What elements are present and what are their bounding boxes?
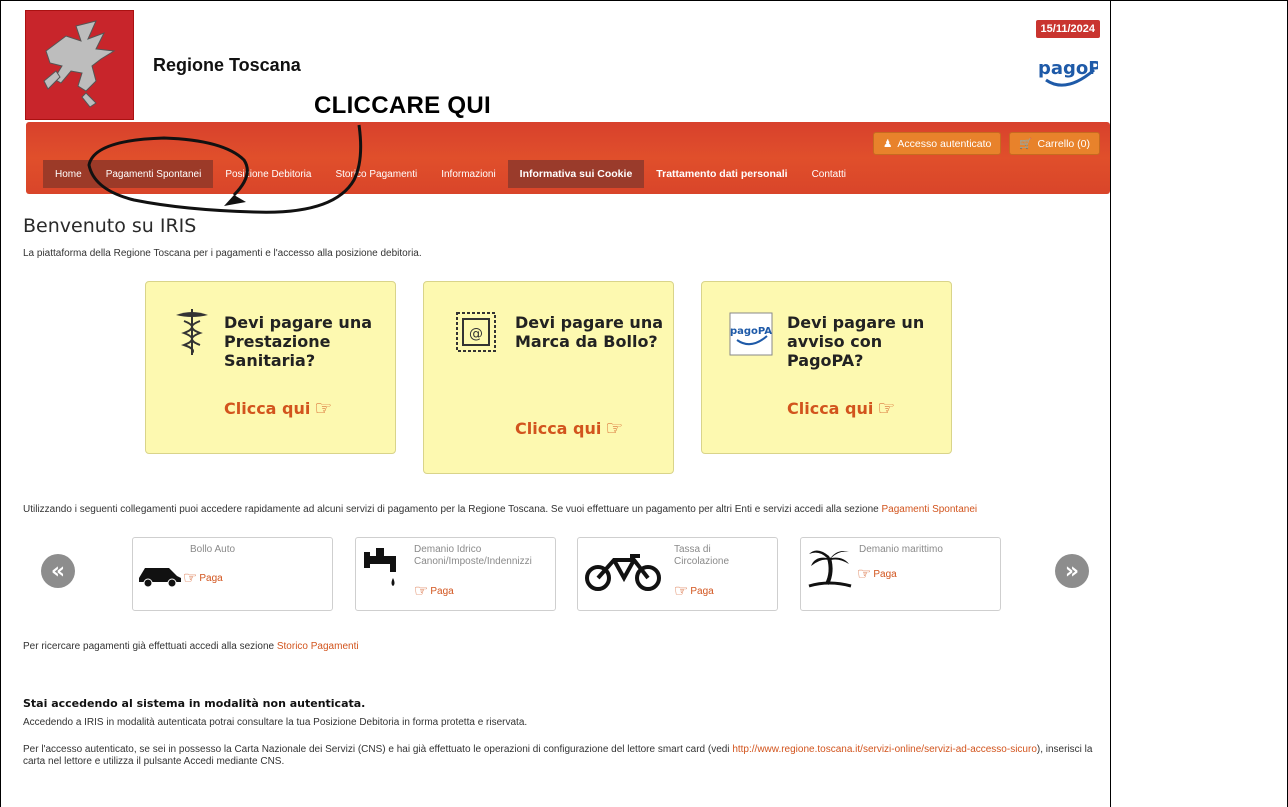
hand-pointer-icon: ☞ (183, 570, 198, 587)
service-name: Tassa di Circolazione (674, 544, 730, 567)
palm-tree-icon (807, 542, 853, 594)
cart-button[interactable]: 🛒 Carrello (0) (1009, 132, 1100, 155)
annotation-text: CLICCARE QUI (314, 92, 491, 119)
card-title: Devi pagare una Marca da Bollo? (515, 313, 664, 351)
cart-button-label: Carrello (0) (1037, 137, 1090, 150)
nav-item-contatti[interactable]: Contatti (800, 160, 858, 188)
service-pay-link[interactable]: ☞ Paga (183, 568, 223, 588)
card-link-label: Clicca qui (224, 398, 311, 418)
car-icon (137, 562, 183, 592)
card-prestazione-sanitaria[interactable]: Devi pagare una Prestazione Sanitaria? C… (145, 281, 396, 454)
page-lead: La piattaforma della Regione Toscana per… (23, 248, 422, 259)
faucet-icon (362, 546, 402, 594)
annotation-scribble (87, 124, 363, 214)
frame-border-top (0, 0, 1288, 1)
cns-text-1: Per l'accesso autenticato, se sei in pos… (23, 744, 733, 755)
card-avviso-pagopa[interactable]: pagoPA Devi pagare un avviso con PagoPA?… (701, 281, 952, 454)
hand-pointer-icon: ☞ (877, 396, 896, 420)
card-link-label: Clicca qui (515, 418, 602, 438)
card-link[interactable]: Clicca qui ☞ (787, 396, 895, 420)
service-pay-link[interactable]: ☞ Paga (674, 581, 714, 601)
service-demanio-idrico[interactable]: Demanio Idrico Canoni/Imposte/Indennizzi… (355, 537, 556, 611)
card-marca-da-bollo[interactable]: @ Devi pagare una Marca da Bollo? Clicca… (423, 281, 674, 474)
pegasus-icon (43, 20, 116, 108)
card-title: Devi pagare un avviso con PagoPA? (787, 313, 925, 370)
pagopa-logo: pagoPA (1036, 50, 1114, 94)
page-title: Benvenuto su IRIS (23, 215, 197, 237)
card-title: Devi pagare una Prestazione Sanitaria? (224, 313, 373, 370)
service-pay-label: Paga (873, 568, 897, 580)
date-badge: 15/11/2024 (1035, 20, 1100, 38)
service-tassa-circolazione[interactable]: Tassa di Circolazione ☞ Paga (577, 537, 778, 611)
hand-pointer-icon: ☞ (314, 396, 333, 420)
page: Regione Toscana 15/11/2024 pagoPA CLICCA… (14, 8, 1114, 807)
cns-info: Per l'accesso autenticato, se sei in pos… (23, 744, 1103, 768)
stamp-icon: @ (454, 310, 498, 358)
service-demanio-marittimo[interactable]: Demanio marittimo ☞ Paga (800, 537, 1001, 611)
carousel-next-button[interactable]: » (1055, 554, 1089, 588)
quick-services-info: Utilizzando i seguenti collegamenti puoi… (23, 504, 977, 515)
service-name: Demanio Idrico Canoni/Imposte/Indennizzi (414, 544, 532, 567)
auth-text: Accedendo a IRIS in modalità autenticata… (23, 717, 528, 728)
site-title: Regione Toscana (153, 55, 301, 75)
carousel-prev-button[interactable]: « (41, 554, 75, 588)
bicycle-icon (584, 554, 664, 598)
user-icon: ♟ (883, 137, 893, 150)
nav-item-informativa-cookie[interactable]: Informativa sui Cookie (507, 160, 645, 188)
accesso-sicuro-link[interactable]: http://www.regione.toscana.it/servizi-on… (732, 744, 1037, 755)
cart-icon: 🛒 (1019, 138, 1033, 150)
nav-item-trattamento-dati[interactable]: Trattamento dati personali (644, 160, 799, 188)
frame-border-mid (1110, 0, 1111, 807)
card-link[interactable]: Clicca qui ☞ (515, 416, 623, 440)
pagamenti-spontanei-link[interactable]: Pagamenti Spontanei (881, 504, 977, 515)
card-link-label: Clicca qui (787, 398, 874, 418)
svg-text:@: @ (469, 326, 483, 342)
service-bollo-auto[interactable]: Bollo Auto ☞ Paga (132, 537, 333, 611)
svg-text:pagoPA: pagoPA (730, 326, 772, 337)
service-pay-label: Paga (199, 572, 223, 584)
service-name: Bollo Auto (190, 544, 236, 555)
hand-pointer-icon: ☞ (414, 583, 429, 600)
nav-top-actions: ♟ Accesso autenticato 🛒 Carrello (0) (873, 132, 1100, 155)
quick-services-text: Utilizzando i seguenti collegamenti puoi… (23, 504, 882, 515)
auth-heading: Stai accedendo al sistema in modalità no… (23, 697, 366, 710)
hand-pointer-icon: ☞ (857, 566, 872, 583)
card-link[interactable]: Clicca qui ☞ (224, 396, 332, 420)
frame-border-left (0, 0, 1, 807)
regione-toscana-logo[interactable] (25, 10, 134, 120)
history-info: Per ricercare pagamenti già effettuati a… (23, 641, 359, 653)
history-text: Per ricercare pagamenti già effettuati a… (23, 641, 277, 652)
hand-pointer-icon: ☞ (605, 416, 624, 440)
service-pay-label: Paga (690, 585, 714, 597)
caduceus-icon (172, 307, 212, 361)
login-button-label: Accesso autenticato (897, 137, 992, 150)
hand-pointer-icon: ☞ (674, 583, 689, 600)
pagopa-icon: pagoPA (729, 312, 773, 360)
service-pay-link[interactable]: ☞ Paga (857, 564, 897, 584)
nav-item-informazioni[interactable]: Informazioni (429, 160, 507, 188)
service-name: Demanio marittimo (859, 544, 943, 555)
storico-pagamenti-link[interactable]: Storico Pagamenti (277, 641, 359, 652)
login-button[interactable]: ♟ Accesso autenticato (873, 132, 1002, 155)
service-pay-label: Paga (430, 585, 454, 597)
service-pay-link[interactable]: ☞ Paga (414, 581, 454, 601)
